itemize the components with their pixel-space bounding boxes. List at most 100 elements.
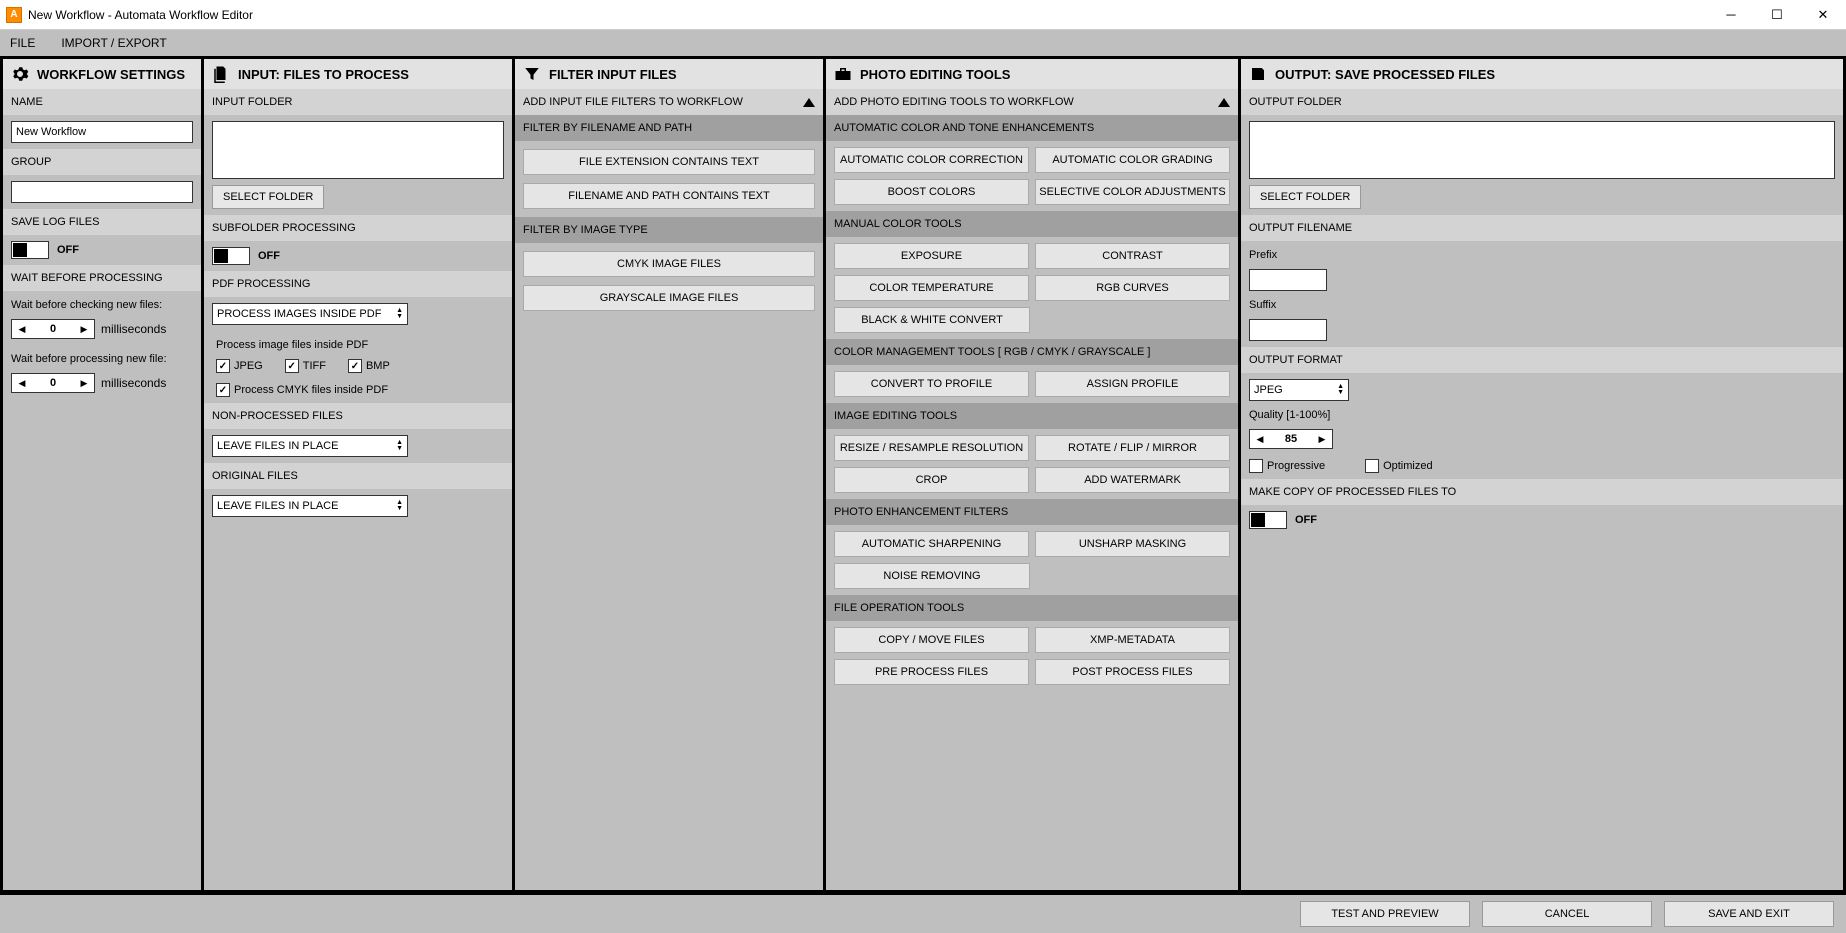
- boost-colors-button[interactable]: BOOST COLORS: [834, 179, 1029, 205]
- select-value: JPEG: [1254, 384, 1283, 396]
- bmp-checkbox[interactable]: ✓BMP: [348, 359, 390, 373]
- wait-proc-spinner[interactable]: ◀ 0 ▶: [11, 373, 95, 393]
- checkbox-icon: ✓: [348, 359, 362, 373]
- copy-header: MAKE COPY OF PROCESSED FILES TO: [1241, 479, 1843, 505]
- resize-button[interactable]: RESIZE / RESAMPLE RESOLUTION: [834, 435, 1029, 461]
- img-group: IMAGE EDITING TOOLS: [826, 403, 1238, 429]
- jpeg-checkbox[interactable]: ✓JPEG: [216, 359, 263, 373]
- funnel-icon: [523, 65, 541, 83]
- suffix-input[interactable]: [1249, 319, 1327, 341]
- wait-proc-unit: milliseconds: [101, 376, 166, 390]
- checkbox-icon: ✓: [216, 383, 230, 397]
- quality-spinner[interactable]: ◀ 85 ▶: [1249, 429, 1333, 449]
- collapse-icon: [1218, 98, 1230, 107]
- checkbox-icon: [1249, 459, 1263, 473]
- xmp-button[interactable]: XMP-METADATA: [1035, 627, 1230, 653]
- toolbox-icon: [834, 65, 852, 83]
- panel-tools: PHOTO EDITING TOOLS ADD PHOTO EDITING TO…: [826, 59, 1238, 890]
- main-canvas: WORKFLOW SETTINGS NAME GROUP SAVE LOG FI…: [0, 56, 1846, 893]
- close-button[interactable]: ✕: [1800, 0, 1846, 30]
- copy-move-button[interactable]: COPY / MOVE FILES: [834, 627, 1029, 653]
- sharpen-button[interactable]: AUTOMATIC SHARPENING: [834, 531, 1029, 557]
- tiff-checkbox[interactable]: ✓TIFF: [285, 359, 326, 373]
- pdf-mode-select[interactable]: PROCESS IMAGES INSIDE PDF ▲▼: [212, 303, 408, 325]
- toggle-switch-icon: [212, 247, 250, 265]
- spin-right-icon[interactable]: ▶: [74, 374, 94, 392]
- spin-left-icon[interactable]: ◀: [12, 320, 32, 338]
- spin-left-icon[interactable]: ◀: [1250, 430, 1270, 448]
- nonprocessed-select[interactable]: LEAVE FILES IN PLACE ▲▼: [212, 435, 408, 457]
- filename-path-filter-button[interactable]: FILENAME AND PATH CONTAINS TEXT: [523, 183, 815, 209]
- wait-check-spinner[interactable]: ◀ 0 ▶: [11, 319, 95, 339]
- color-temp-button[interactable]: COLOR TEMPERATURE: [834, 275, 1029, 301]
- spin-right-icon[interactable]: ▶: [1312, 430, 1332, 448]
- select-value: LEAVE FILES IN PLACE: [217, 440, 338, 452]
- quality-label: Quality [1-100%]: [1249, 407, 1835, 423]
- exposure-button[interactable]: EXPOSURE: [834, 243, 1029, 269]
- spin-left-icon[interactable]: ◀: [12, 374, 32, 392]
- file-group: FILE OPERATION TOOLS: [826, 595, 1238, 621]
- watermark-button[interactable]: ADD WATERMARK: [1035, 467, 1230, 493]
- file-extension-filter-button[interactable]: FILE EXTENSION CONTAINS TEXT: [523, 149, 815, 175]
- workflow-name-input[interactable]: [11, 121, 193, 143]
- select-arrows-icon: ▲▼: [396, 440, 403, 452]
- input-folder-display: [212, 121, 504, 179]
- grayscale-filter-button[interactable]: GRAYSCALE IMAGE FILES: [523, 285, 815, 311]
- menu-import-export[interactable]: IMPORT / EXPORT: [61, 36, 166, 50]
- select-arrows-icon: ▲▼: [396, 308, 403, 320]
- assign-profile-button[interactable]: ASSIGN PROFILE: [1035, 371, 1230, 397]
- maximize-button[interactable]: ☐: [1754, 0, 1800, 30]
- panel-title-text: FILTER INPUT FILES: [549, 67, 677, 82]
- convert-profile-button[interactable]: CONVERT TO PROFILE: [834, 371, 1029, 397]
- cmyk-filter-button[interactable]: CMYK IMAGE FILES: [523, 251, 815, 277]
- select-arrows-icon: ▲▼: [1337, 384, 1344, 396]
- panel-filter: FILTER INPUT FILES ADD INPUT FILE FILTER…: [515, 59, 823, 890]
- format-select[interactable]: JPEG ▲▼: [1249, 379, 1349, 401]
- cmyk-pdf-checkbox[interactable]: ✓Process CMYK files inside PDF: [216, 383, 504, 397]
- add-filters-header[interactable]: ADD INPUT FILE FILTERS TO WORKFLOW: [515, 89, 823, 115]
- copy-toggle[interactable]: OFF: [1249, 511, 1835, 529]
- auto-color-grading-button[interactable]: AUTOMATIC COLOR GRADING: [1035, 147, 1230, 173]
- contrast-button[interactable]: CONTRAST: [1035, 243, 1230, 269]
- save-exit-button[interactable]: SAVE AND EXIT: [1664, 901, 1834, 927]
- checkbox-icon: ✓: [285, 359, 299, 373]
- original-files-select[interactable]: LEAVE FILES IN PLACE ▲▼: [212, 495, 408, 517]
- add-tools-header[interactable]: ADD PHOTO EDITING TOOLS TO WORKFLOW: [826, 89, 1238, 115]
- postprocess-button[interactable]: POST PROCESS FILES: [1035, 659, 1230, 685]
- auto-color-correction-button[interactable]: AUTOMATIC COLOR CORRECTION: [834, 147, 1029, 173]
- toggle-state: OFF: [1295, 514, 1317, 526]
- subfolder-toggle[interactable]: OFF: [212, 247, 504, 265]
- select-input-folder-button[interactable]: SELECT FOLDER: [212, 185, 324, 209]
- workflow-group-input[interactable]: [11, 181, 193, 203]
- rotate-button[interactable]: ROTATE / FLIP / MIRROR: [1035, 435, 1230, 461]
- save-log-toggle[interactable]: OFF: [11, 241, 193, 259]
- collapse-icon: [803, 98, 815, 107]
- panel-title-text: OUTPUT: SAVE PROCESSED FILES: [1275, 67, 1495, 82]
- optimized-checkbox[interactable]: Optimized: [1365, 459, 1433, 473]
- unsharp-button[interactable]: UNSHARP MASKING: [1035, 531, 1230, 557]
- wait-proc-value: 0: [32, 374, 74, 392]
- preprocess-button[interactable]: PRE PROCESS FILES: [834, 659, 1029, 685]
- toggle-state: OFF: [258, 250, 280, 262]
- spin-right-icon[interactable]: ▶: [74, 320, 94, 338]
- input-folder-header: INPUT FOLDER: [204, 89, 512, 115]
- progressive-checkbox[interactable]: Progressive: [1249, 459, 1325, 473]
- nonprocessed-header: NON-PROCESSED FILES: [204, 403, 512, 429]
- panel-title-text: INPUT: FILES TO PROCESS: [238, 67, 409, 82]
- test-preview-button[interactable]: TEST AND PREVIEW: [1300, 901, 1470, 927]
- select-output-folder-button[interactable]: SELECT FOLDER: [1249, 185, 1361, 209]
- subfolder-header: SUBFOLDER PROCESSING: [204, 215, 512, 241]
- noise-button[interactable]: NOISE REMOVING: [834, 563, 1030, 589]
- panel-input: INPUT: FILES TO PROCESS INPUT FOLDER SEL…: [204, 59, 512, 890]
- prefix-input[interactable]: [1249, 269, 1327, 291]
- menu-file[interactable]: FILE: [10, 36, 35, 50]
- bw-convert-button[interactable]: BLACK & WHITE CONVERT: [834, 307, 1030, 333]
- minimize-button[interactable]: ─: [1708, 0, 1754, 30]
- crop-button[interactable]: CROP: [834, 467, 1029, 493]
- cancel-button[interactable]: CANCEL: [1482, 901, 1652, 927]
- rgb-curves-button[interactable]: RGB CURVES: [1035, 275, 1230, 301]
- toggle-state: OFF: [57, 244, 79, 256]
- quality-value: 85: [1270, 430, 1312, 448]
- enh-group: PHOTO ENHANCEMENT FILTERS: [826, 499, 1238, 525]
- selective-color-button[interactable]: SELECTIVE COLOR ADJUSTMENTS: [1035, 179, 1230, 205]
